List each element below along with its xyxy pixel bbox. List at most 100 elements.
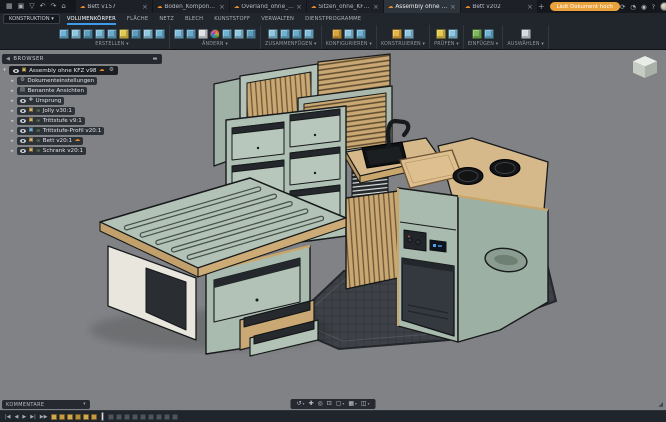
browser-item[interactable]: ▣Assembly ohne KFZ v98☁⚙	[9, 66, 118, 75]
resize-grip-icon[interactable]: ◢	[658, 401, 663, 408]
tool-icon[interactable]	[484, 29, 494, 39]
close-tab-icon[interactable]: ×	[450, 3, 456, 11]
toolbar-group-label[interactable]: AUSWÄHLEN ▾	[507, 42, 544, 47]
save-icon[interactable]: ▽	[29, 0, 34, 13]
settings-gear-icon[interactable]: ⚙	[109, 68, 114, 74]
visibility-eye-icon[interactable]	[20, 109, 26, 113]
user-avatar[interactable]	[660, 2, 666, 11]
document-tab[interactable]: ☁Boden_Komponenten v124×	[153, 0, 230, 13]
browser-item[interactable]: ✚Ursprung	[17, 97, 64, 105]
browser-row[interactable]: ▸▤Benannte Ansichten	[10, 87, 162, 95]
expand-caret-icon[interactable]: ▸	[10, 139, 15, 144]
close-tab-icon[interactable]: ×	[527, 3, 533, 11]
tool-icon[interactable]	[280, 29, 290, 39]
close-tab-icon[interactable]: ×	[219, 3, 225, 11]
zoom-icon[interactable]: ◎	[317, 401, 322, 407]
tool-icon[interactable]	[448, 29, 458, 39]
tool-icon[interactable]	[268, 29, 278, 39]
browser-row[interactable]: ▸▣∞Schrank v20:1	[10, 147, 162, 155]
step-back-icon[interactable]: ◀	[15, 414, 19, 420]
comments-toggle-icon[interactable]: ▾	[83, 402, 86, 407]
toolbar-group-label[interactable]: ÄNDERN ▾	[202, 42, 228, 47]
tool-icon[interactable]	[332, 29, 342, 39]
undo-icon[interactable]: ↶	[40, 0, 46, 13]
tool-icon[interactable]	[155, 29, 165, 39]
orbit-icon[interactable]: ↺▾	[297, 401, 305, 407]
close-tab-icon[interactable]: ×	[142, 3, 148, 11]
fit-icon[interactable]: ⊡	[327, 401, 332, 407]
browser-row[interactable]: ▸▣∞Jolly v30:1	[10, 107, 162, 115]
expand-caret-icon[interactable]: ▸	[10, 119, 15, 124]
timeline-feature-icon[interactable]	[51, 414, 57, 420]
display-settings-icon[interactable]: ▢▾	[336, 401, 345, 407]
browser-item[interactable]: ▣∞Trittstufe-Profil v20:1	[17, 127, 104, 135]
document-tab[interactable]: ☁Assembly ohne KFZ v97×	[384, 0, 461, 13]
tool-icon[interactable]	[436, 29, 446, 39]
tool-icon[interactable]	[304, 29, 314, 39]
visibility-eye-icon[interactable]	[20, 149, 26, 153]
document-tab[interactable]: ☁Bett v202×	[461, 0, 538, 13]
comments-bar[interactable]: KOMMENTARE ▾	[2, 400, 90, 409]
tool-icon[interactable]	[83, 29, 93, 39]
browser-item[interactable]: ▣∞Trittstufe v9:1	[17, 117, 85, 125]
tool-icon[interactable]	[222, 29, 232, 39]
toolbar-group-label[interactable]: ERSTELLEN ▾	[95, 42, 128, 47]
go-to-start-icon[interactable]: |◀	[5, 414, 11, 420]
job-status-button[interactable]: Lädt Dokument hoch	[550, 2, 620, 11]
tool-icon[interactable]	[131, 29, 141, 39]
browser-item[interactable]: ⚙Dokumenteinstellungen	[17, 77, 97, 85]
browser-row[interactable]: ▸✚Ursprung	[10, 97, 162, 105]
tool-icon[interactable]	[392, 29, 402, 39]
timeline-feature-icon[interactable]	[116, 414, 122, 420]
ribbon-tab-blech[interactable]: BLECH	[185, 13, 203, 25]
timeline-feature-icon[interactable]	[164, 414, 170, 420]
close-tab-icon[interactable]: ×	[373, 3, 379, 11]
workspace-selector[interactable]: KONSTRUKTION ▾	[3, 14, 60, 24]
timeline-feature-icon[interactable]	[108, 414, 114, 420]
close-tab-icon[interactable]: ×	[296, 3, 302, 11]
redo-icon[interactable]: ↷	[51, 0, 57, 13]
grid-settings-icon[interactable]: ▦▾	[348, 401, 357, 407]
visibility-eye-icon[interactable]	[20, 139, 26, 143]
toolbar-group-label[interactable]: PRÜFEN ▾	[434, 42, 459, 47]
job-status-icon[interactable]: ◔	[630, 3, 636, 11]
expand-caret-icon[interactable]: ▾	[2, 68, 7, 73]
visibility-eye-icon[interactable]	[13, 69, 19, 73]
toolbar-group-label[interactable]: KONSTRUIEREN ▾	[381, 42, 425, 47]
tool-icon[interactable]	[246, 29, 256, 39]
browser-item[interactable]: ▤Benannte Ansichten	[17, 87, 87, 95]
toolbar-group-label[interactable]: EINFÜGEN ▾	[468, 42, 499, 47]
timeline-feature-icon[interactable]	[132, 414, 138, 420]
timeline-feature-icon[interactable]	[83, 414, 89, 420]
timeline-feature-icon[interactable]	[67, 414, 73, 420]
step-forward-icon[interactable]: ▶|	[30, 414, 36, 420]
tool-icon[interactable]	[292, 29, 302, 39]
browser-item[interactable]: ▣∞Schrank v20:1	[17, 147, 86, 155]
play-icon[interactable]: ▶	[22, 414, 26, 420]
tool-icon[interactable]	[107, 29, 117, 39]
data-panel-icon[interactable]: ▦	[6, 0, 13, 13]
timeline-feature-icon[interactable]	[140, 414, 146, 420]
tool-icon[interactable]	[472, 29, 482, 39]
visibility-eye-icon[interactable]	[20, 119, 26, 123]
ribbon-tab-kunststoff[interactable]: KUNSTSTOFF	[214, 13, 250, 25]
timeline-feature-icon[interactable]	[75, 414, 81, 420]
go-to-end-icon[interactable]: ▶▶	[40, 414, 48, 420]
ribbon-tab-fl-che[interactable]: FLÄCHE	[127, 13, 148, 25]
document-tab[interactable]: ☁Overland_ohne_KFZ v16×	[230, 0, 307, 13]
toolbar-group-label[interactable]: ZUSAMMENFÜGEN ▾	[265, 42, 317, 47]
sync-icon[interactable]: ⟳	[620, 3, 625, 11]
tool-icon[interactable]	[95, 29, 105, 39]
document-tab[interactable]: ☁Bett v157×	[76, 0, 153, 13]
tool-icon[interactable]	[404, 29, 414, 39]
timeline-feature-icon[interactable]	[91, 414, 97, 420]
collapse-panel-icon[interactable]: ◀	[6, 56, 10, 62]
help-icon[interactable]: ?	[652, 3, 655, 11]
ribbon-tab-netz[interactable]: NETZ	[159, 13, 174, 25]
toolbar-group-label[interactable]: KONFIGURIEREN ▾	[326, 42, 372, 47]
timeline-position-marker[interactable]	[101, 412, 104, 421]
visibility-eye-icon[interactable]	[20, 129, 26, 133]
browser-row[interactable]: ▾▣Assembly ohne KFZ v98☁⚙	[2, 66, 162, 75]
expand-caret-icon[interactable]: ▸	[10, 89, 15, 94]
tool-icon[interactable]	[521, 29, 531, 39]
